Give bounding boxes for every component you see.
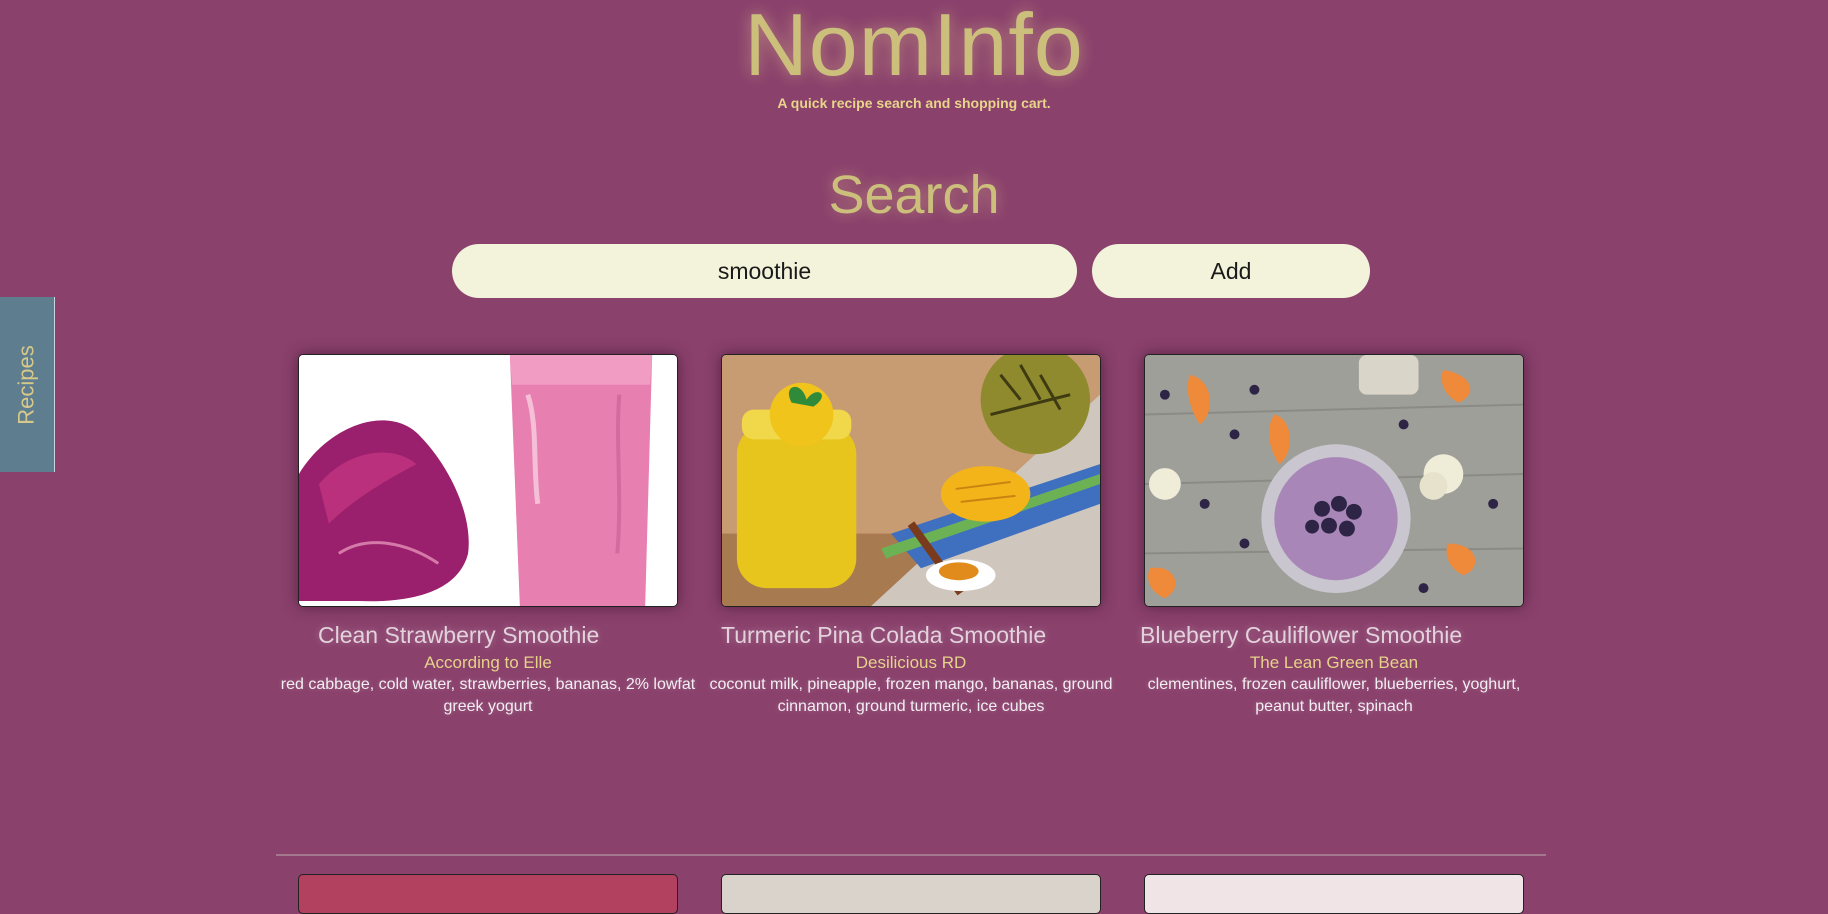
search-input[interactable]: [452, 244, 1077, 298]
app-tagline: A quick recipe search and shopping cart.: [777, 95, 1051, 111]
recipe-image-partial[interactable]: [298, 874, 678, 914]
add-button[interactable]: Add: [1092, 244, 1370, 298]
recipe-image-turmeric-smoothie[interactable]: [721, 354, 1101, 607]
recipe-image-strawberry-smoothie[interactable]: [298, 354, 678, 607]
recipe-source: The Lean Green Bean: [1249, 653, 1419, 672]
recipe-source: According to Elle: [424, 653, 552, 672]
row-divider: [276, 854, 1546, 856]
search-heading: Search: [828, 165, 1000, 225]
recipe-title[interactable]: Blueberry Cauliflower Smoothie: [1140, 622, 1462, 649]
recipes-side-tab[interactable]: Recipes: [0, 297, 55, 472]
recipe-title[interactable]: Clean Strawberry Smoothie: [318, 622, 599, 649]
recipe-source: Desilicious RD: [855, 653, 967, 672]
recipe-image-partial[interactable]: [721, 874, 1101, 914]
recipe-ingredients: red cabbage, cold water, strawberries, b…: [280, 676, 696, 715]
recipe-image-partial[interactable]: [1144, 874, 1524, 914]
recipes-side-tab-label: Recipes: [14, 344, 40, 425]
recipe-title[interactable]: Turmeric Pina Colada Smoothie: [721, 622, 1046, 649]
recipe-ingredients: coconut milk, pineapple, frozen mango, b…: [709, 676, 1113, 715]
recipe-image-blueberry-smoothie[interactable]: [1144, 354, 1524, 607]
recipe-ingredients: clementines, frozen cauliflower, blueber…: [1147, 676, 1521, 715]
app-title: NomInfo: [744, 0, 1084, 94]
